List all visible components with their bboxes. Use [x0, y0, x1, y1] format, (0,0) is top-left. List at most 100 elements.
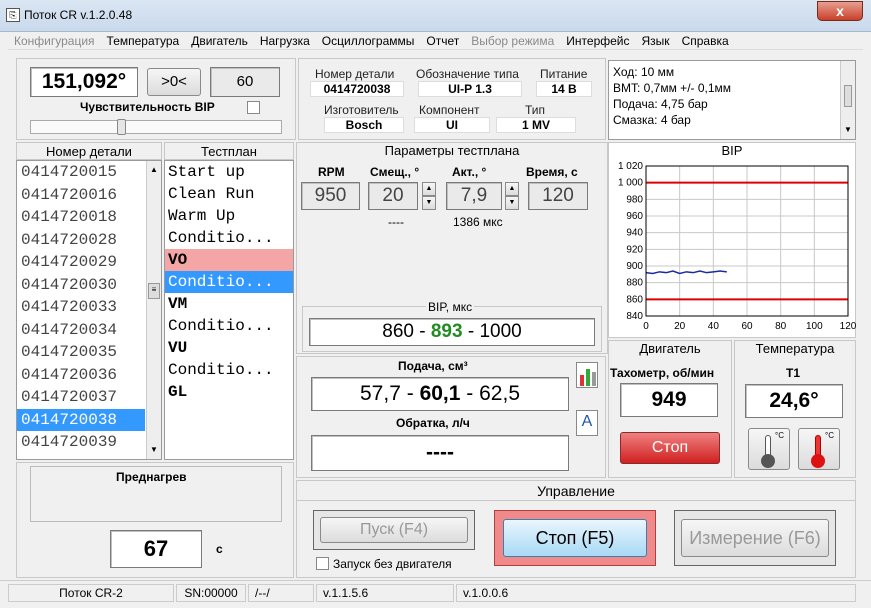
feed-max: 62,5 [479, 382, 520, 405]
list-item[interactable]: Warm Up [165, 205, 293, 227]
list-item[interactable]: 0414720016 [17, 184, 145, 207]
offset-value: 20 [368, 182, 418, 210]
list-item[interactable]: Clean Run [165, 183, 293, 205]
act-up-icon[interactable]: ▲ [505, 182, 519, 196]
menu-item-7[interactable]: Интерфейс [560, 32, 635, 49]
list-item[interactable]: 0414720038 [17, 408, 145, 431]
tach-value: 949 [620, 383, 718, 417]
x-tick-label: 20 [674, 321, 686, 332]
list-item[interactable]: VU [165, 337, 293, 359]
menu-item-9[interactable]: Справка [676, 32, 735, 49]
menu-item-8[interactable]: Язык [636, 32, 676, 49]
y-tick-label: 940 [626, 228, 643, 239]
menu-item-5[interactable]: Отчет [420, 32, 465, 49]
x-tick-label: 100 [806, 321, 823, 332]
parts-list[interactable]: 0414720015 0414720016 0414720018 0414720028… [16, 160, 162, 460]
list-item[interactable]: Start up [165, 161, 293, 183]
menu-item-4[interactable]: Осциллограммы [316, 32, 421, 49]
thermometer-red-icon[interactable]: °C [798, 428, 840, 470]
x-tick-label: 120 [840, 321, 856, 332]
atm-icon[interactable]: A [576, 410, 598, 436]
t1-value: 24,6° [745, 384, 843, 418]
no-engine-checkbox[interactable] [316, 557, 329, 570]
engine-stop-button[interactable]: Стоп [620, 432, 720, 464]
preheat-label: Преднагрев [116, 470, 187, 484]
sensitivity-slider[interactable] [30, 119, 282, 135]
angle-display: 151,092° [30, 67, 138, 97]
list-item[interactable]: 0414720018 [17, 206, 145, 229]
power-value: 14 В [536, 81, 592, 97]
preheat-unit: с [216, 542, 223, 556]
component-label: Компонент [419, 103, 480, 117]
list-item[interactable]: 0414720037 [17, 386, 145, 409]
testplan-list[interactable]: Start up Clean Run Warm Up Conditio... VO Con… [164, 160, 294, 460]
scroll-down-icon[interactable]: ▼ [150, 445, 158, 454]
tach-label: Тахометр, об/мин [610, 366, 715, 380]
note-line: BMT: 0,7мм +/- 0,1мм [613, 81, 732, 95]
list-item[interactable]: VO [165, 249, 293, 271]
control-header: Управление [537, 483, 615, 499]
stop-button[interactable]: Стоп (F5) [503, 519, 647, 557]
kind-value: 1 MV [496, 117, 576, 133]
parts-scrollbar[interactable]: ▲ ≡ ▼ [146, 161, 161, 459]
bip-dash: - [419, 321, 426, 342]
list-item[interactable]: GL [165, 381, 293, 403]
offset-label: Смещ., ° [370, 165, 420, 179]
offset-up-icon[interactable]: ▲ [422, 182, 436, 196]
list-item[interactable]: 0414720030 [17, 274, 145, 297]
parts-scroll-thumb[interactable]: ≡ [148, 283, 160, 299]
menu-item-2[interactable]: Двигатель [185, 32, 254, 49]
thermometer-grey-icon[interactable]: °C [748, 428, 790, 470]
offset-down-icon[interactable]: ▼ [422, 196, 436, 210]
list-item[interactable]: 0414720033 [17, 296, 145, 319]
list-item[interactable]: 0414720034 [17, 319, 145, 342]
list-item[interactable]: Conditio... [165, 315, 293, 337]
x-tick-label: 40 [708, 321, 720, 332]
list-item[interactable]: 0414720015 [17, 161, 145, 184]
menu-item-1[interactable]: Температура [101, 32, 186, 49]
maker-value: Bosch [324, 117, 404, 133]
scroll-up-icon[interactable]: ▲ [150, 165, 158, 174]
params-header: Параметры тестплана [384, 143, 520, 158]
list-item[interactable]: 0414720029 [17, 251, 145, 274]
note-line: Ход: 10 мм [613, 65, 675, 79]
feed-label: Подача, см³ [398, 359, 468, 373]
type-label: Обозначение типа [416, 67, 519, 81]
list-item[interactable]: Conditio... [165, 359, 293, 381]
list-item[interactable]: 0414720036 [17, 364, 145, 387]
zero-button[interactable]: >0< [147, 68, 201, 96]
notes-scrollbar[interactable]: ▼ [840, 61, 855, 139]
notes-box[interactable]: Ход: 10 мм BMT: 0,7мм +/- 0,1мм Подача: 4,… [608, 60, 856, 140]
x-tick-label: 60 [741, 321, 753, 332]
menu-item-3[interactable]: Нагрузка [254, 32, 316, 49]
type-value: UI-P 1.3 [418, 81, 522, 97]
bip-max: 1000 [479, 321, 522, 342]
stop-button-frame: Стоп (F5) [494, 510, 656, 566]
bar-chart-icon[interactable] [576, 362, 598, 388]
y-tick-label: 860 [626, 294, 643, 305]
list-item[interactable]: 0414720039 [17, 431, 145, 454]
list-item[interactable]: 0414720028 [17, 229, 145, 252]
list-item[interactable]: VM [165, 293, 293, 315]
feed-dash: - [466, 382, 474, 405]
scroll-down-icon[interactable]: ▼ [844, 125, 852, 134]
list-item[interactable]: 0414720035 [17, 341, 145, 364]
bip-label: BIP, мкс [426, 300, 475, 314]
list-item[interactable]: Conditio... [165, 271, 293, 293]
bip-range: 860 - 893 - 1000 [309, 318, 595, 346]
menu-item-0[interactable]: Конфигурация [8, 32, 101, 49]
measure-button-frame: Измерение (F6) [674, 510, 836, 566]
start-button[interactable]: Пуск (F4) [320, 517, 468, 543]
return-value: ---- [311, 435, 569, 471]
notes-scroll-thumb[interactable] [844, 85, 852, 107]
slider-thumb[interactable] [117, 119, 126, 135]
sensitivity-checkbox[interactable] [247, 101, 260, 114]
measure-button[interactable]: Измерение (F6) [681, 519, 829, 557]
rpm-value: 950 [301, 182, 360, 210]
list-item[interactable]: Conditio... [165, 227, 293, 249]
act-down-icon[interactable]: ▼ [505, 196, 519, 210]
power-label: Питание [540, 67, 588, 81]
menu-item-6[interactable]: Выбор режима [465, 32, 560, 49]
close-button[interactable]: x [817, 1, 863, 21]
part-number-value: 0414720038 [310, 81, 404, 97]
